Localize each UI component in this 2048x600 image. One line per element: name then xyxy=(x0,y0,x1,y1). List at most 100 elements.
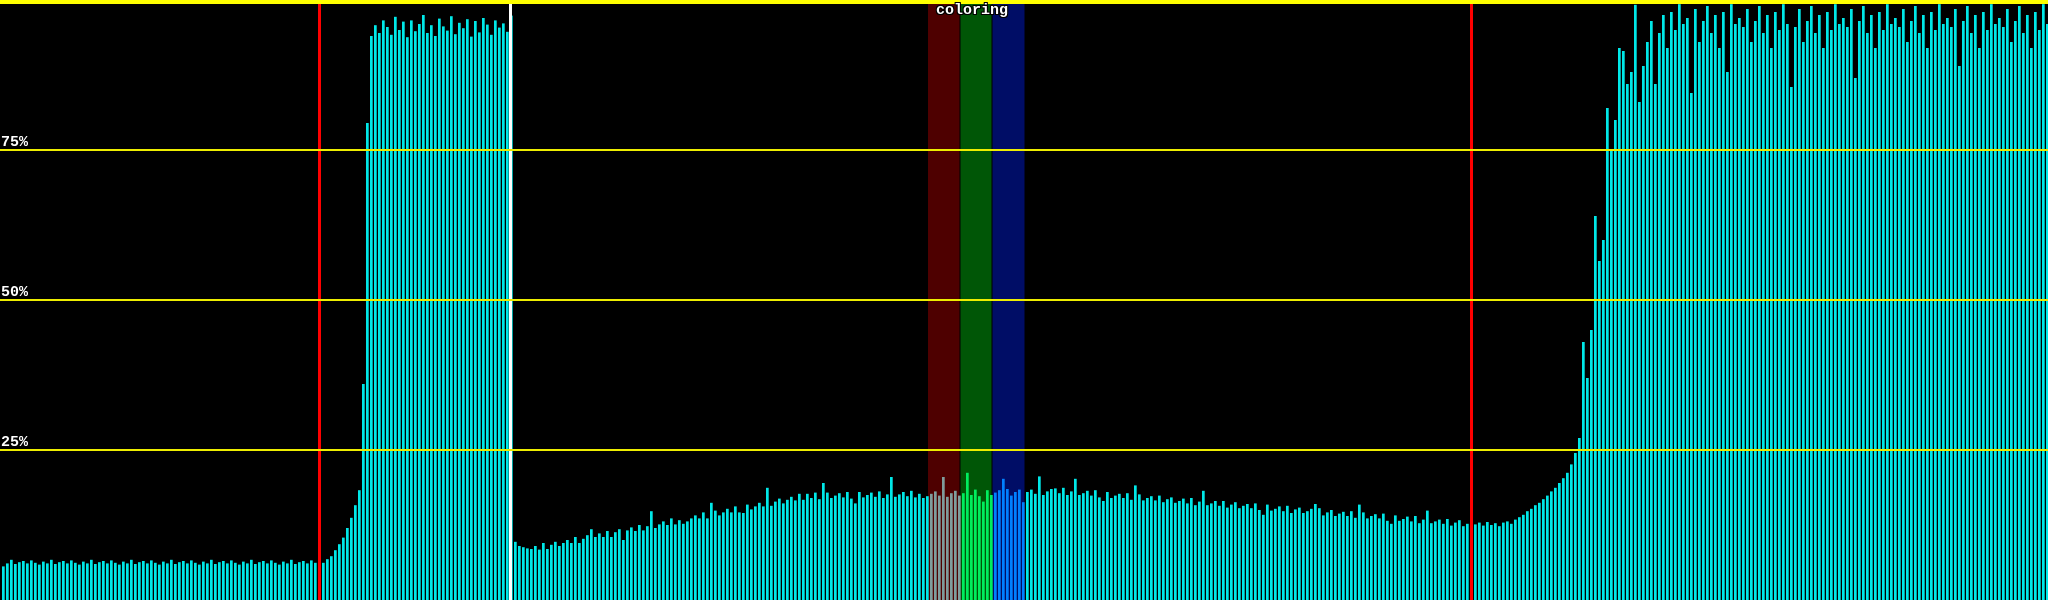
histogram-bar xyxy=(186,563,189,600)
histogram-bar xyxy=(1570,464,1573,600)
histogram-bar xyxy=(666,525,669,600)
histogram-bar xyxy=(282,561,285,600)
histogram-bar xyxy=(1230,504,1233,600)
histogram-bar xyxy=(134,564,137,600)
histogram-bar xyxy=(990,495,993,600)
histogram-bar xyxy=(494,20,497,600)
histogram-bar xyxy=(1194,505,1197,600)
histogram-bar xyxy=(462,28,465,600)
histogram-bar xyxy=(394,16,397,600)
histogram-bar xyxy=(1274,508,1277,600)
histogram-bar xyxy=(482,18,485,600)
histogram-bar xyxy=(390,34,393,600)
histogram-bar xyxy=(974,489,977,600)
histogram-bar xyxy=(766,487,769,600)
histogram-bar xyxy=(686,521,689,600)
histogram-bar xyxy=(1334,516,1337,600)
histogram-bar xyxy=(1126,493,1129,600)
histogram-bar xyxy=(778,498,781,600)
y-axis-label-25: 25% xyxy=(1,434,29,451)
histogram-bar xyxy=(850,498,853,600)
histogram-bar xyxy=(1862,6,1865,600)
histogram-bar xyxy=(1346,516,1349,600)
histogram-bar xyxy=(90,559,93,600)
histogram-bar xyxy=(606,531,609,600)
histogram-bar xyxy=(762,506,765,600)
histogram-bar xyxy=(1318,508,1321,600)
histogram-bar xyxy=(1874,48,1877,600)
histogram-bar xyxy=(170,559,173,600)
histogram-bar xyxy=(62,561,65,600)
histogram-bar xyxy=(1946,18,1949,600)
histogram-bar xyxy=(1050,489,1053,600)
histogram-bar xyxy=(1878,12,1881,600)
histogram-bar xyxy=(1626,84,1629,600)
histogram-bar xyxy=(266,563,269,600)
histogram-bar xyxy=(854,503,857,600)
histogram-bar xyxy=(1410,521,1413,600)
histogram-bar xyxy=(1622,51,1625,600)
histogram-bar xyxy=(1038,476,1041,600)
histogram-bar xyxy=(490,34,493,600)
histogram-bar xyxy=(1498,526,1501,600)
histogram-bar xyxy=(678,520,681,600)
histogram-bar xyxy=(26,563,29,600)
histogram-bar xyxy=(1638,102,1641,600)
histogram-bar xyxy=(694,515,697,600)
histogram-bar xyxy=(702,512,705,600)
histogram-bar xyxy=(1522,514,1525,600)
histogram-bar xyxy=(2018,6,2021,600)
histogram-bar xyxy=(1754,21,1757,600)
histogram-bar xyxy=(834,495,837,600)
histogram-bar xyxy=(1486,522,1489,600)
histogram-bar xyxy=(954,490,957,600)
histogram-bar xyxy=(1138,494,1141,600)
histogram-bar xyxy=(34,562,37,600)
histogram-bar xyxy=(1646,42,1649,600)
histogram-bar xyxy=(1822,48,1825,600)
histogram-bar xyxy=(1058,493,1061,600)
histogram-bar xyxy=(1518,517,1521,600)
histogram-bar xyxy=(730,512,733,600)
histogram-bar xyxy=(478,32,481,600)
histogram-bar xyxy=(1786,24,1789,600)
histogram-bar xyxy=(746,504,749,600)
histogram-bar xyxy=(1698,42,1701,600)
histogram-bar xyxy=(798,493,801,600)
histogram-bar xyxy=(1998,18,2001,600)
histogram-bar xyxy=(1710,33,1713,600)
histogram-bar xyxy=(1838,24,1841,600)
histogram-bar xyxy=(918,493,921,600)
histogram-bar xyxy=(1450,525,1453,600)
histogram-bar xyxy=(314,562,317,600)
histogram-bar xyxy=(74,562,77,600)
histogram-bar xyxy=(582,538,585,600)
histogram-bar xyxy=(1942,24,1945,600)
histogram-bar xyxy=(458,22,461,600)
histogram-bar xyxy=(98,562,101,600)
histogram-bar xyxy=(1406,516,1409,600)
histogram-bar xyxy=(1846,27,1849,600)
histogram-bar xyxy=(894,496,897,600)
histogram-bar xyxy=(658,524,661,600)
histogram-bar xyxy=(398,30,401,600)
histogram-bar xyxy=(454,34,457,600)
histogram-bar xyxy=(174,564,177,600)
histogram-bar xyxy=(842,497,845,600)
histogram-bar xyxy=(1778,30,1781,600)
histogram-bar xyxy=(1122,498,1125,600)
histogram-bar xyxy=(1546,495,1549,600)
histogram-bar xyxy=(114,562,117,600)
histogram-bar xyxy=(1802,42,1805,600)
histogram-bar xyxy=(1906,42,1909,600)
histogram-bar xyxy=(1062,487,1065,600)
histogram-bar xyxy=(1550,491,1553,600)
histogram-bar xyxy=(310,560,313,600)
histogram-bar xyxy=(146,563,149,600)
histogram-bar xyxy=(106,563,109,600)
histogram-bar xyxy=(1262,514,1265,600)
histogram-bar xyxy=(1462,526,1465,600)
histogram-bar xyxy=(54,564,57,600)
histogram-bar xyxy=(58,562,61,600)
histogram-bar xyxy=(802,499,805,600)
